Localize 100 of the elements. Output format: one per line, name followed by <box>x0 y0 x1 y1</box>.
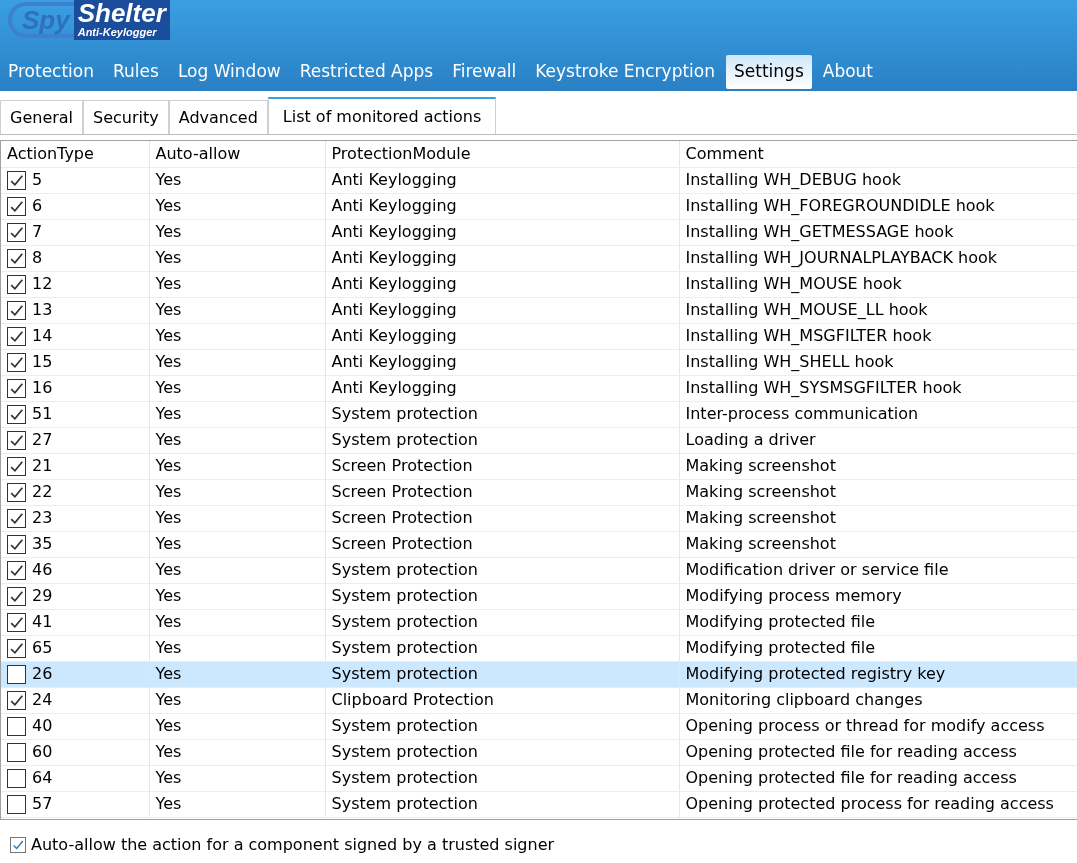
table-cell: Yes <box>149 297 325 323</box>
table-cell: Yes <box>149 635 325 661</box>
table-cell: Making screenshot <box>679 531 1077 557</box>
row-checkbox[interactable] <box>7 327 26 346</box>
table-cell: 35 <box>32 534 53 553</box>
column-header[interactable]: ProtectionModule <box>325 141 679 167</box>
table-cell: Anti Keylogging <box>325 271 679 297</box>
menu-tab[interactable]: Keystroke Encryption <box>527 55 723 89</box>
table-cell: 12 <box>32 274 53 293</box>
row-checkbox[interactable] <box>7 561 26 580</box>
table-cell: Yes <box>149 453 325 479</box>
table-cell: System protection <box>325 557 679 583</box>
table-cell: Making screenshot <box>679 453 1077 479</box>
row-checkbox[interactable] <box>7 795 26 814</box>
column-header[interactable]: Auto-allow <box>149 141 325 167</box>
row-checkbox[interactable] <box>7 613 26 632</box>
table-cell: 46 <box>32 560 53 579</box>
menu-tab[interactable]: Protection <box>0 55 102 89</box>
row-checkbox[interactable] <box>7 223 26 242</box>
column-header[interactable]: ActionType <box>1 141 149 167</box>
table-cell: Making screenshot <box>679 505 1077 531</box>
menu-tab[interactable]: Rules <box>105 55 167 89</box>
table-cell: Making screenshot <box>679 479 1077 505</box>
row-checkbox[interactable] <box>7 171 26 190</box>
table-cell: Modifying protected file <box>679 635 1077 661</box>
menu-tab[interactable]: Firewall <box>444 55 525 89</box>
table-cell: Installing WH_JOURNALPLAYBACK hook <box>679 245 1077 271</box>
row-checkbox[interactable] <box>7 769 26 788</box>
row-checkbox[interactable] <box>7 639 26 658</box>
logo-name: Shelter <box>77 0 166 26</box>
table-cell: 6 <box>32 196 43 215</box>
table-cell: Yes <box>149 479 325 505</box>
row-checkbox[interactable] <box>7 379 26 398</box>
option-checkbox[interactable] <box>10 837 26 853</box>
table-cell: Modification driver or service file <box>679 557 1077 583</box>
table-cell: Installing WH_FOREGROUNDIDLE hook <box>679 193 1077 219</box>
table-cell: Opening process or thread for modify access <box>679 713 1077 739</box>
table-cell: 57 <box>32 794 53 813</box>
table-cell: 14 <box>32 326 53 345</box>
table-cell: Yes <box>149 661 325 687</box>
table-cell: 13 <box>32 300 53 319</box>
table-cell: Screen Protection <box>325 453 679 479</box>
menu-tab[interactable]: Restricted Apps <box>291 55 442 89</box>
table-cell: System protection <box>325 765 679 791</box>
table-cell: Modifying process memory <box>679 583 1077 609</box>
row-checkbox[interactable] <box>7 717 26 736</box>
table-cell: Installing WH_SHELL hook <box>679 349 1077 375</box>
row-checkbox[interactable] <box>7 509 26 528</box>
table-cell: Screen Protection <box>325 505 679 531</box>
row-checkbox[interactable] <box>7 249 26 268</box>
row-checkbox[interactable] <box>7 405 26 424</box>
table-cell: Loading a driver <box>679 427 1077 453</box>
table-cell: System protection <box>325 661 679 687</box>
table-cell: Yes <box>149 687 325 713</box>
menu-tab[interactable]: About <box>814 55 881 89</box>
row-checkbox[interactable] <box>7 743 26 762</box>
table-cell: Yes <box>149 557 325 583</box>
table-cell: Installing WH_MOUSE_LL hook <box>679 297 1077 323</box>
table-cell: Yes <box>149 167 325 193</box>
table-cell: System protection <box>325 713 679 739</box>
row-checkbox[interactable] <box>7 353 26 372</box>
option-label: Auto-allow the action for a component signed by a trusted signer <box>31 834 555 856</box>
page-tab[interactable]: List of monitored actions <box>267 97 497 134</box>
table-cell: Anti Keylogging <box>325 349 679 375</box>
row-checkbox[interactable] <box>7 301 26 320</box>
table-cell: Anti Keylogging <box>325 323 679 349</box>
table-cell: Yes <box>149 219 325 245</box>
page-tab[interactable]: Advanced <box>168 100 268 134</box>
table-cell: Yes <box>149 375 325 401</box>
table-cell: 8 <box>32 248 43 267</box>
row-checkbox[interactable] <box>7 587 26 606</box>
row-checkbox[interactable] <box>7 665 26 684</box>
row-checkbox[interactable] <box>7 457 26 476</box>
table-cell: Anti Keylogging <box>325 297 679 323</box>
row-checkbox[interactable] <box>7 431 26 450</box>
row-checkbox[interactable] <box>7 691 26 710</box>
table-cell: System protection <box>325 401 679 427</box>
table-cell: Opening protected process for reading access <box>679 791 1077 817</box>
table-cell: 7 <box>32 222 43 241</box>
row-checkbox[interactable] <box>7 483 26 502</box>
table-cell: 51 <box>32 404 53 423</box>
page-tab[interactable]: General <box>0 100 84 134</box>
row-checkbox[interactable] <box>7 535 26 554</box>
table-cell: Yes <box>149 349 325 375</box>
menu-tab[interactable]: Settings <box>726 55 812 89</box>
table-cell: 15 <box>32 352 53 371</box>
table-cell: Modifying protected registry key <box>679 661 1077 687</box>
table-cell: System protection <box>325 739 679 765</box>
page-tab[interactable]: Security <box>83 100 169 134</box>
row-checkbox[interactable] <box>7 197 26 216</box>
table-cell: Yes <box>149 271 325 297</box>
table-cell: 5 <box>32 170 43 189</box>
table-cell: Screen Protection <box>325 479 679 505</box>
column-header[interactable]: Comment <box>679 141 1077 167</box>
table-cell: Installing WH_GETMESSAGE hook <box>679 219 1077 245</box>
table-cell: Yes <box>149 427 325 453</box>
row-checkbox[interactable] <box>7 275 26 294</box>
menu-tab[interactable]: Log Window <box>169 55 289 89</box>
table-cell: 22 <box>32 482 53 501</box>
table-cell: 29 <box>32 586 53 605</box>
